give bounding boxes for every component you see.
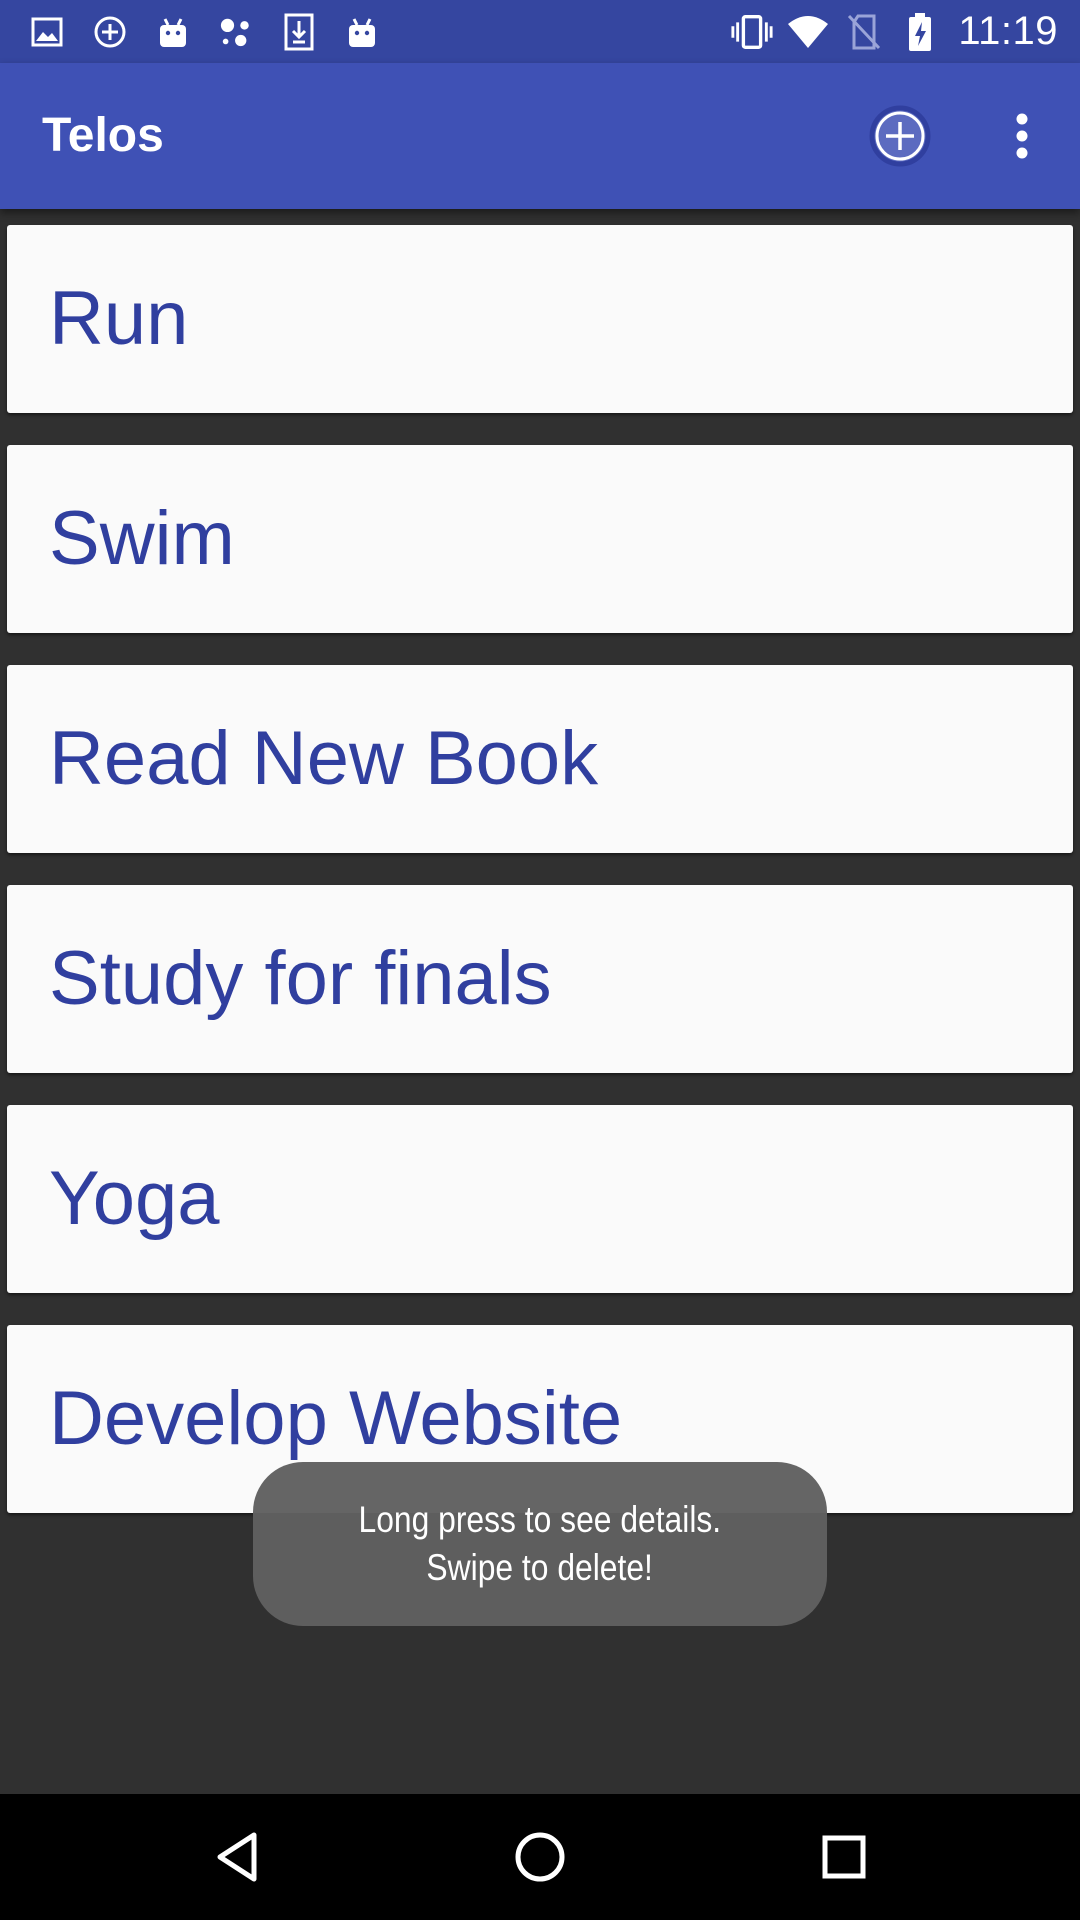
goal-label: Run xyxy=(49,276,189,361)
add-circle-icon xyxy=(93,15,127,49)
goal-label: Read New Book xyxy=(49,716,599,801)
app-bar: Telos xyxy=(0,63,1080,209)
home-button[interactable] xyxy=(505,1822,575,1892)
android-icon xyxy=(156,15,190,49)
clock: 11:19 xyxy=(958,9,1058,53)
download-icon xyxy=(282,13,316,50)
toast-line-1: Long press to see details. xyxy=(358,1499,722,1540)
recents-square-icon xyxy=(822,1835,866,1879)
goal-label: Swim xyxy=(49,496,235,581)
goal-card[interactable]: Run xyxy=(7,225,1073,413)
more-vert-icon xyxy=(1016,113,1028,159)
app-title: Telos xyxy=(42,109,164,162)
android-icon xyxy=(345,15,379,49)
goal-card[interactable]: Read New Book xyxy=(7,665,1073,853)
image-icon xyxy=(30,15,64,49)
navigation-bar xyxy=(0,1794,1080,1920)
goal-label: Yoga xyxy=(49,1156,220,1241)
notification-icons xyxy=(30,0,408,63)
wifi-icon xyxy=(786,12,830,52)
home-circle-icon xyxy=(515,1832,565,1882)
vibrate-icon xyxy=(730,12,774,52)
goal-label: Study for finals xyxy=(49,936,552,1021)
add-goal-button[interactable] xyxy=(867,103,933,169)
goal-card[interactable]: Yoga xyxy=(7,1105,1073,1293)
battery-charging-icon xyxy=(898,12,942,52)
recents-button[interactable] xyxy=(809,1822,879,1892)
no-sim-icon xyxy=(842,12,886,52)
back-button[interactable] xyxy=(202,1822,272,1892)
back-triangle-icon xyxy=(217,1832,257,1882)
status-bar: 11:19 xyxy=(0,0,1080,63)
toast-line-2: Swipe to delete! xyxy=(426,1547,654,1588)
add-circle-icon xyxy=(869,105,931,167)
goal-card[interactable]: Swim xyxy=(7,445,1073,633)
toast-message: Long press to see details. Swipe to dele… xyxy=(253,1462,827,1626)
goal-card[interactable]: Study for finals xyxy=(7,885,1073,1073)
system-icons: 11:19 xyxy=(718,0,1058,63)
overflow-menu-button[interactable] xyxy=(1000,103,1044,169)
assistant-dots-icon xyxy=(219,15,253,49)
